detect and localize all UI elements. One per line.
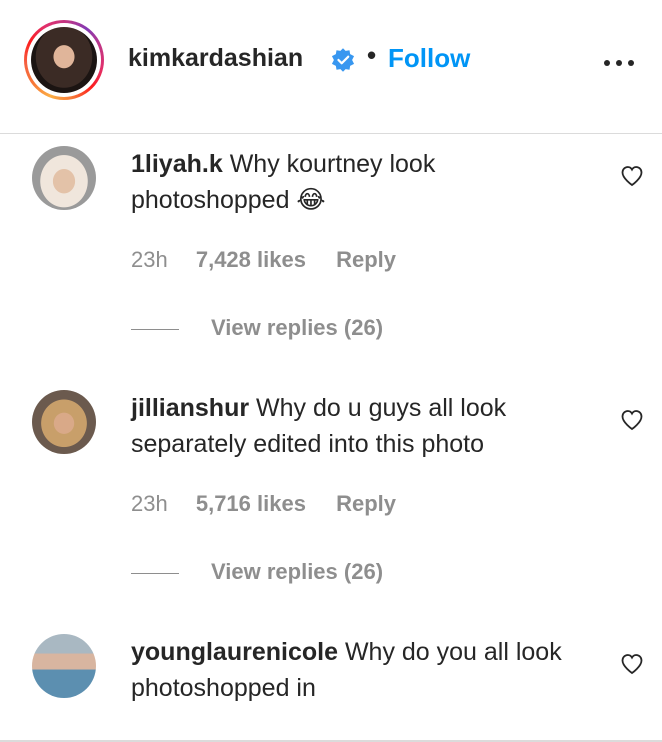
- reply-button[interactable]: Reply: [336, 247, 396, 272]
- replies-divider-line: [131, 328, 179, 330]
- more-options-icon[interactable]: [602, 58, 636, 68]
- commenter-avatar[interactable]: [32, 634, 96, 698]
- comment-time: 23h: [131, 491, 168, 516]
- comment-username[interactable]: 1liyah.k: [131, 150, 223, 178]
- like-heart-icon[interactable]: [620, 408, 644, 432]
- replies-divider-line: [131, 572, 179, 574]
- commenter-avatar[interactable]: [32, 390, 96, 454]
- comment-username[interactable]: younglaurenicole: [131, 638, 338, 666]
- commenter-avatar[interactable]: [32, 146, 96, 210]
- view-replies[interactable]: View replies (26): [131, 315, 383, 341]
- comment-meta: 23h 5,716 likes Reply: [131, 491, 396, 517]
- follow-button[interactable]: Follow: [388, 43, 470, 74]
- profile-photo: [31, 27, 97, 93]
- reply-button[interactable]: Reply: [336, 491, 396, 516]
- comment-body: jillianshur Why do u guys all look separ…: [131, 390, 591, 462]
- comment-body: younglaurenicole Why do you all look pho…: [131, 634, 591, 706]
- like-heart-icon[interactable]: [620, 652, 644, 676]
- header-separator: •: [367, 40, 377, 70]
- verified-badge-icon: [331, 48, 355, 72]
- comment-meta: 23h 7,428 likes Reply: [131, 247, 396, 273]
- view-replies[interactable]: View replies (26): [131, 559, 383, 585]
- profile-avatar[interactable]: [24, 20, 104, 100]
- comment-username[interactable]: jillianshur: [131, 394, 249, 422]
- like-heart-icon[interactable]: [620, 164, 644, 188]
- header-username[interactable]: kimkardashian: [128, 44, 303, 73]
- comment-body: 1liyah.k Why kourtney look photoshopped …: [131, 146, 591, 218]
- view-replies-label[interactable]: View replies (26): [211, 559, 383, 584]
- post-header: kimkardashian • Follow: [0, 0, 662, 134]
- comment-likes[interactable]: 5,716 likes: [196, 491, 306, 516]
- comment-time: 23h: [131, 247, 168, 272]
- view-replies-label[interactable]: View replies (26): [211, 315, 383, 340]
- comment-likes[interactable]: 7,428 likes: [196, 247, 306, 272]
